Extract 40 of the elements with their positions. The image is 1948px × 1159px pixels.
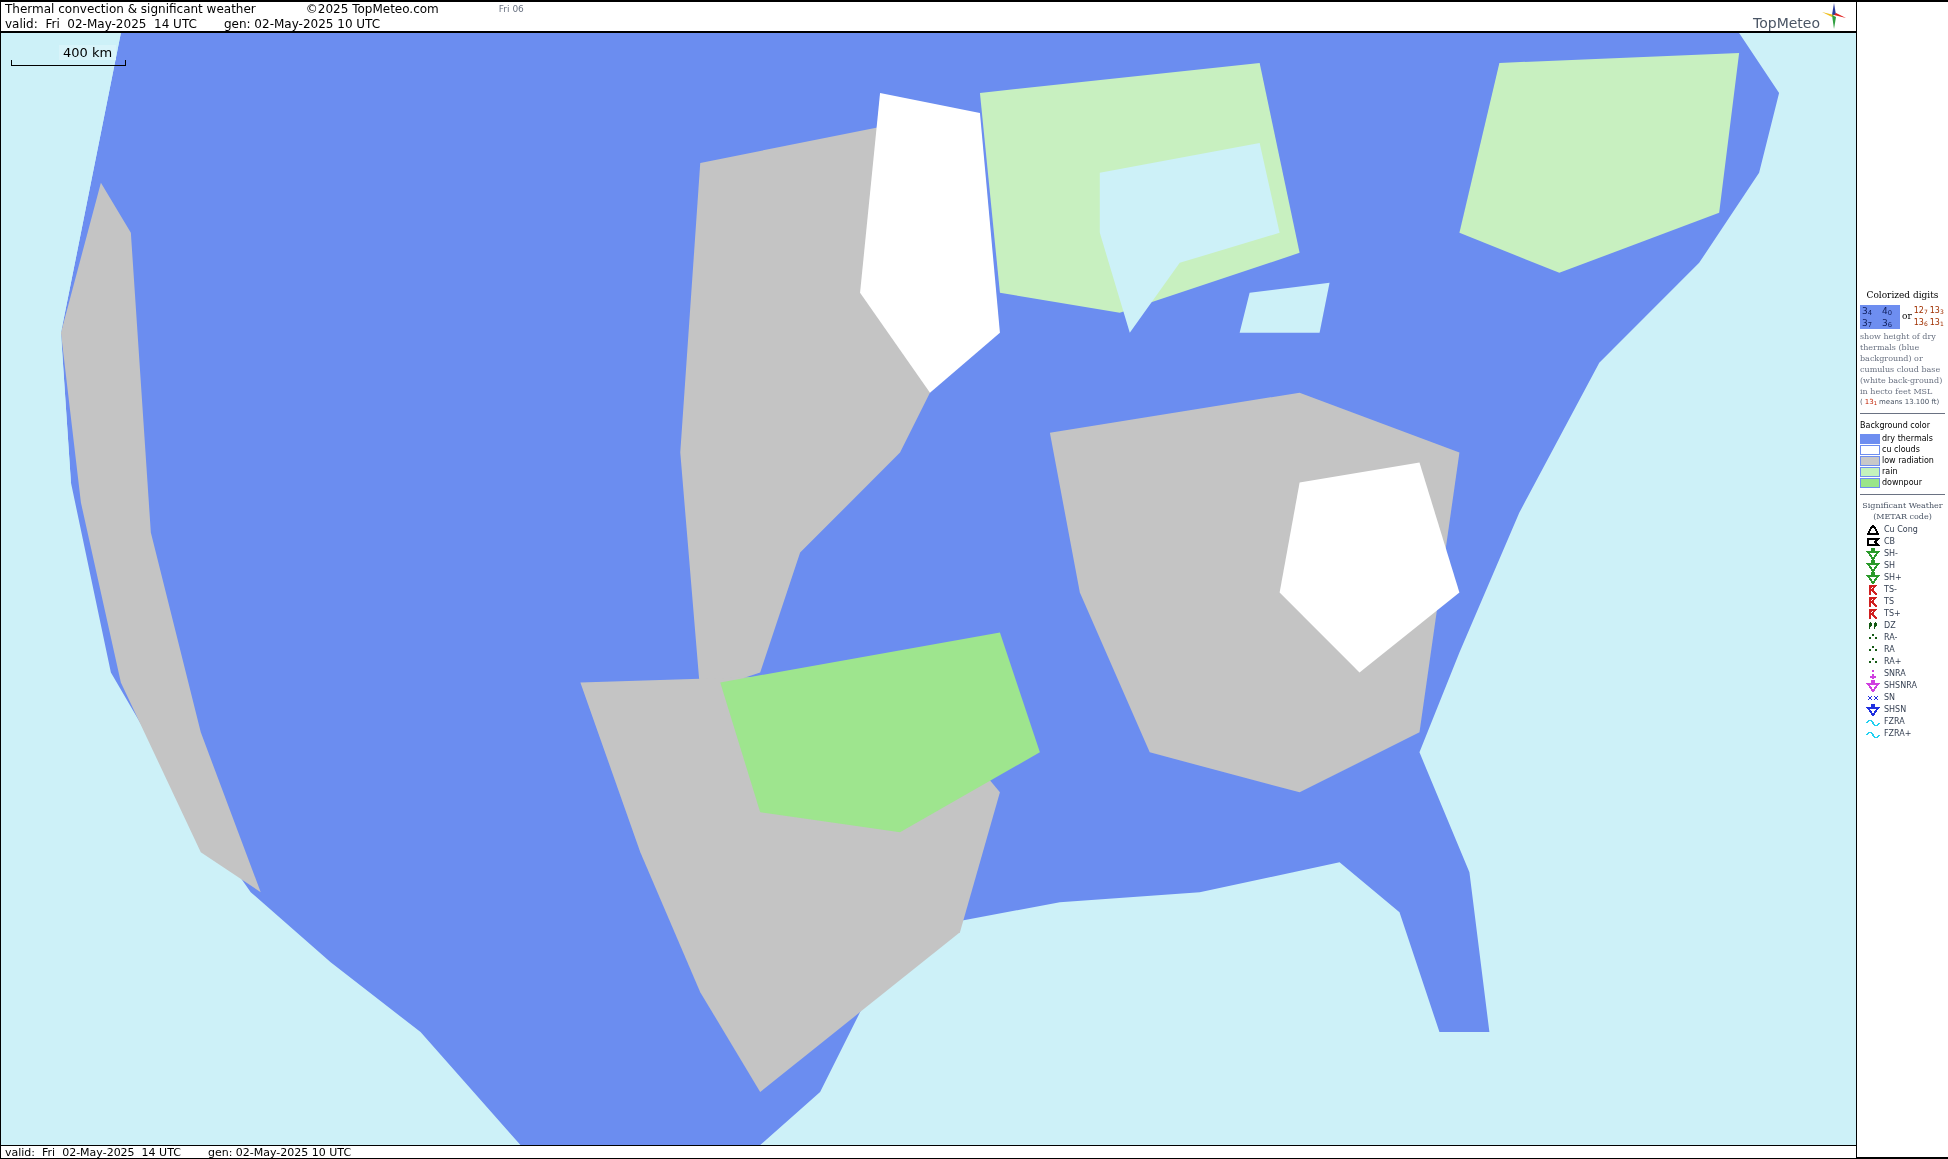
generated-time: gen: 02-May-2025 10 UTC	[223, 17, 381, 32]
legend-heading: Significant Weather	[1861, 501, 1944, 511]
legend-label: RA-	[1884, 633, 1898, 643]
or-text: or	[1902, 309, 1912, 323]
legend-label: SHSNRA	[1884, 681, 1917, 691]
copyright-text: ©2025 TopMeteo.com	[305, 2, 439, 17]
legend-label: DZ	[1884, 621, 1896, 631]
cloud-base-sample: 12$_{7}$ 13$_{3}$ 13$_{6}$ 13$_{1}$	[1913, 304, 1944, 329]
legend-description: show height of dry thermals (blue background) or cumulus cloud base (white back-ground) in hecto feet MSL	[1860, 330, 1944, 397]
legend-heading: Background color	[1860, 420, 1931, 432]
legend-label: cu clouds	[1882, 445, 1920, 455]
legend-heading: Colorized digits	[1865, 289, 1940, 302]
legend-label: FZRA	[1884, 717, 1905, 727]
legend-label: SHSN	[1884, 705, 1907, 715]
legend-label: dry thermals	[1882, 434, 1933, 444]
legend-label: SN	[1884, 693, 1896, 703]
frame-label: Fri 06	[498, 3, 524, 16]
generated-time: gen: 02-May-2025 10 UTC	[207, 1146, 352, 1158]
valid-time: valid: Fri 02-May-2025 14 UTC	[5, 1146, 181, 1158]
legend-label: TS+	[1884, 609, 1901, 619]
legend-label: low radiation	[1882, 456, 1934, 466]
legend-label: TS	[1884, 597, 1894, 607]
valid-time: valid: Fri 02-May-2025 14 UTC	[5, 17, 197, 32]
legend-label: RA	[1884, 645, 1895, 655]
scale-label: 400 km	[59, 45, 117, 60]
legend-label: Cu Cong	[1884, 525, 1918, 535]
legend-subheading: (METAR code)	[1872, 511, 1933, 522]
legend-label: FZRA+	[1884, 729, 1912, 739]
legend-label: SH	[1884, 561, 1896, 571]
legend-label: SH+	[1884, 573, 1902, 583]
legend-label: RA+	[1884, 657, 1902, 667]
dry-thermal-sample: 3$_{4}$ 4$_{0}$ 3$_{7}$ 3$_{6}$	[1860, 304, 1900, 329]
legend-label: SH-	[1884, 549, 1898, 559]
legend-label: downpour	[1882, 478, 1922, 488]
legend-label: SNRA	[1884, 669, 1906, 679]
brand-logo: TopMeteo	[1753, 15, 1820, 31]
legend-label: CB	[1884, 537, 1896, 547]
legend-label: TS-	[1884, 585, 1897, 595]
legend-label: rain	[1882, 467, 1898, 477]
map-title: Thermal convection & significant weather	[5, 2, 256, 17]
